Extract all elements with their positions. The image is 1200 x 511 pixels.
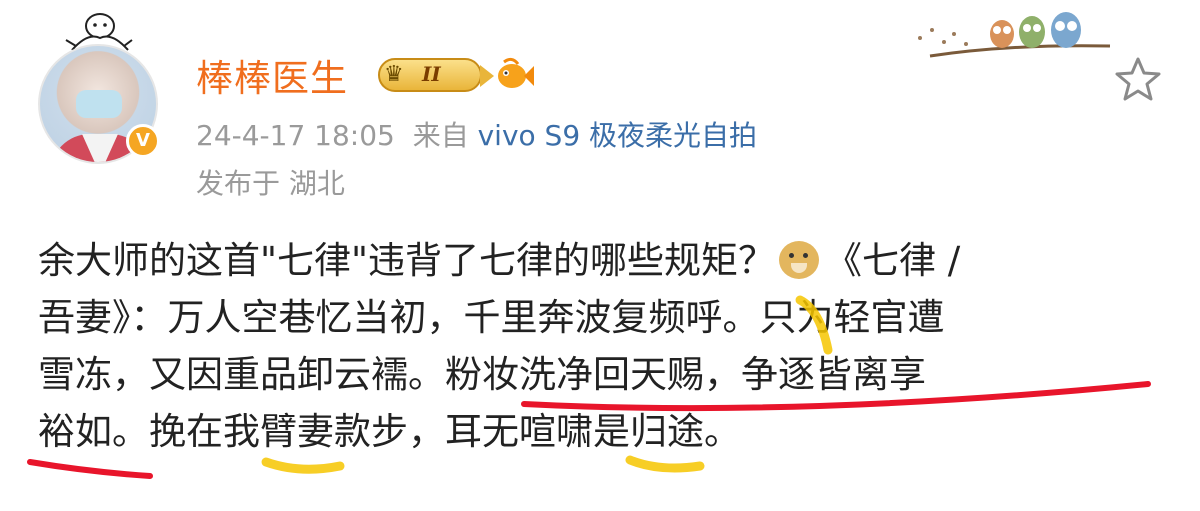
goldfish-icon[interactable] <box>494 56 534 94</box>
level-badge[interactable]: ♛ II <box>378 58 494 92</box>
red-underline <box>27 459 153 479</box>
star-icon[interactable] <box>1112 54 1164 106</box>
content-text: 《七律 / <box>825 239 961 282</box>
crown-icon: ♛ <box>384 62 404 87</box>
content-line: 吾妻》：万人空巷忆当初，千里奔波复频呼。只为轻官遭 <box>38 296 945 339</box>
verified-badge-icon: V <box>126 124 160 158</box>
content-text: 余大师的这首"七律"违背了七律的哪些规矩？ <box>38 239 776 282</box>
level-label: II <box>422 62 441 86</box>
post-source-link[interactable]: vivo S9 极夜柔光自拍 <box>478 119 757 152</box>
yellow-highlight <box>625 455 705 473</box>
doge-emoji-icon <box>779 241 820 279</box>
owls-decoration <box>918 12 1111 58</box>
post-location: 发布于 湖北 <box>196 167 345 200</box>
source-prefix: 来自 <box>412 119 469 152</box>
post-content: 余大师的这首"七律"违背了七律的哪些规矩？ 《七律 / 吾妻》：万人空巷忆当初，千… <box>38 232 1158 460</box>
content-line: 裕如。挽在我臂妻款步，耳无喧啸是归途。 <box>38 410 741 453</box>
post-timestamp: 24-4-17 18:05 <box>196 119 395 152</box>
yellow-highlight <box>261 457 345 474</box>
username[interactable]: 棒棒医生 <box>196 48 348 102</box>
content-line: 雪冻，又因重品卸云襦。粉妆洗净回天赐，争逐皆离享 <box>38 353 926 396</box>
content-line: 余大师的这首"七律"违背了七律的哪些规矩？ 《七律 / <box>38 232 1158 289</box>
post-meta: 24-4-17 18:05 来自 vivo S9 极夜柔光自拍 <box>196 114 757 154</box>
